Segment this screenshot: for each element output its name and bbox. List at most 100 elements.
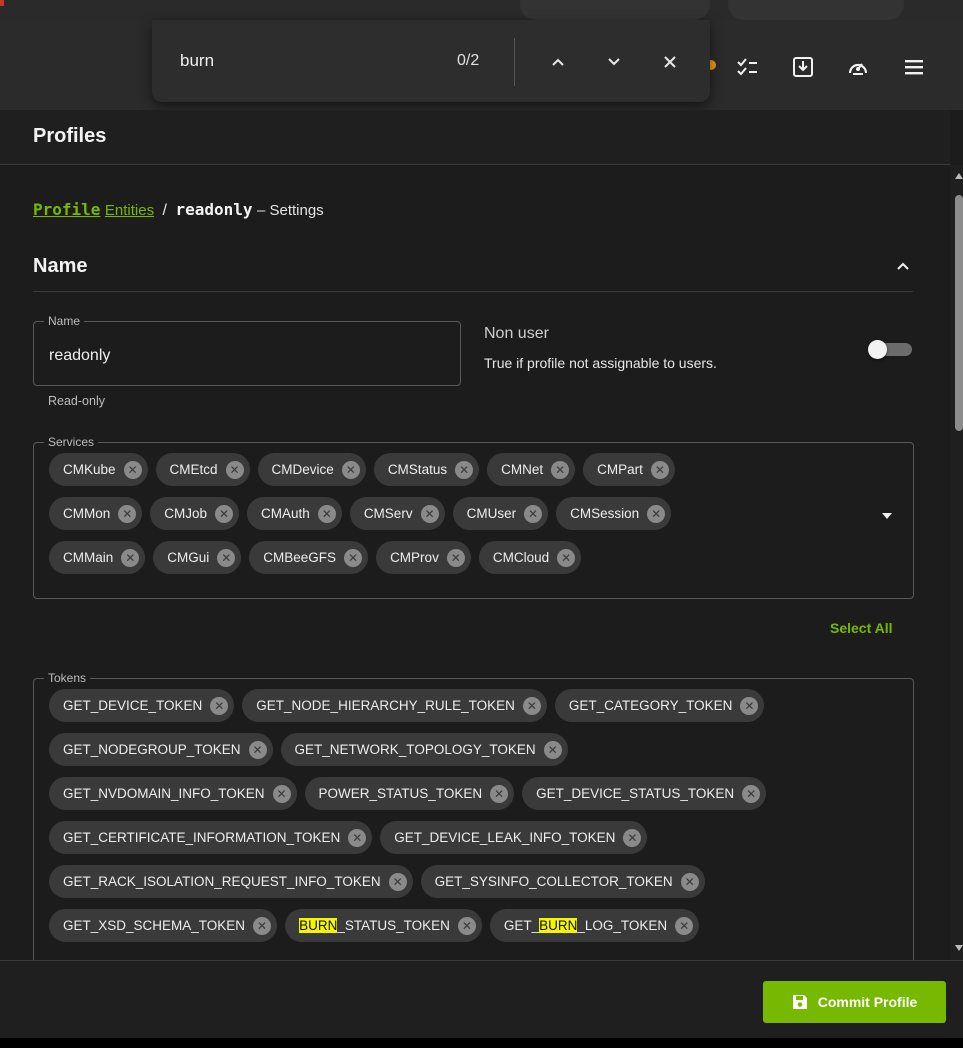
token-chip[interactable]: GET_NODE_HIERARCHY_RULE_TOKEN ✕ xyxy=(242,689,547,722)
remove-chip-icon[interactable]: ✕ xyxy=(543,740,562,759)
remove-chip-icon[interactable]: ✕ xyxy=(348,828,367,847)
remove-chip-icon[interactable]: ✕ xyxy=(344,548,363,567)
service-chip[interactable]: CMPart ✕ xyxy=(583,453,675,486)
remove-chip-icon[interactable]: ✕ xyxy=(121,548,140,567)
services-select[interactable]: Services CMKube ✕ CMEtcd ✕ CMDevice ✕ CMStatus… xyxy=(33,435,914,599)
remove-chip-icon[interactable]: ✕ xyxy=(341,460,360,479)
remove-chip-icon[interactable]: ✕ xyxy=(446,548,465,567)
token-chip[interactable]: GET_NVDOMAIN_INFO_TOKEN ✕ xyxy=(49,777,297,810)
service-chip[interactable]: CMJob ✕ xyxy=(150,497,240,530)
token-chip[interactable]: GET_NETWORK_TOPOLOGY_TOKEN ✕ xyxy=(280,733,568,766)
service-chip[interactable]: CMMon ✕ xyxy=(49,497,143,530)
token-chip[interactable]: GET_DEVICE_LEAK_INFO_TOKEN ✕ xyxy=(380,821,648,854)
page-header: Profiles xyxy=(0,110,950,165)
remove-chip-icon[interactable]: ✕ xyxy=(317,504,336,523)
token-chip[interactable]: GET_CATEGORY_TOKEN ✕ xyxy=(554,689,765,722)
remove-chip-icon[interactable]: ✕ xyxy=(490,784,509,803)
remove-chip-icon[interactable]: ✕ xyxy=(123,460,142,479)
service-chip[interactable]: CMNet ✕ xyxy=(487,453,576,486)
find-close-button[interactable] xyxy=(656,48,684,76)
scrollbar-thumb[interactable] xyxy=(955,195,963,431)
token-chip[interactable]: GET_DEVICE_STATUS_TOKEN ✕ xyxy=(522,777,767,810)
hamburger-menu-icon[interactable] xyxy=(901,54,927,80)
token-chip[interactable]: BURN_STATUS_TOKEN ✕ xyxy=(285,909,482,942)
token-chip-label: GET_NODE_HIERARCHY_RULE_TOKEN xyxy=(256,698,515,713)
service-chip[interactable]: CMGui ✕ xyxy=(153,541,242,574)
find-next-button[interactable] xyxy=(600,48,628,76)
remove-chip-icon[interactable]: ✕ xyxy=(524,504,543,523)
scroll-up-arrow-icon[interactable] xyxy=(955,173,963,179)
token-chip-label: BURN_STATUS_TOKEN xyxy=(299,918,450,933)
scroll-down-arrow-icon[interactable] xyxy=(955,945,963,951)
remove-chip-icon[interactable]: ✕ xyxy=(215,504,234,523)
breadcrumb-entities-link[interactable]: Entities xyxy=(105,202,154,219)
tokens-select[interactable]: Tokens GET_DEVICE_TOKEN ✕ GET_NODE_HIERARC… xyxy=(33,671,914,960)
find-in-page-bar: 0/2 xyxy=(152,20,710,102)
breadcrumb-profile-link[interactable]: Profile xyxy=(33,200,100,219)
content-scrollbar[interactable] xyxy=(950,165,963,960)
non-user-toggle[interactable] xyxy=(868,340,912,359)
remove-chip-icon[interactable]: ✕ xyxy=(623,828,642,847)
service-chip[interactable]: CMUser ✕ xyxy=(452,497,549,530)
dashboard-gauge-icon[interactable] xyxy=(845,54,871,80)
close-icon xyxy=(664,56,676,68)
service-chip[interactable]: CMServ ✕ xyxy=(349,497,445,530)
find-previous-button[interactable] xyxy=(544,48,572,76)
token-chip-label: GET_DEVICE_LEAK_INFO_TOKEN xyxy=(394,830,616,845)
name-field[interactable]: Name readonly xyxy=(33,314,461,386)
token-chip[interactable]: GET_CERTIFICATE_INFORMATION_TOKEN ✕ xyxy=(49,821,373,854)
service-chip-label: CMAuth xyxy=(261,506,310,521)
remove-chip-icon[interactable]: ✕ xyxy=(210,696,229,715)
remove-chip-icon[interactable]: ✕ xyxy=(740,696,759,715)
remove-chip-icon[interactable]: ✕ xyxy=(557,548,576,567)
service-chip[interactable]: CMStatus ✕ xyxy=(373,453,480,486)
token-chip[interactable]: GET_SYSINFO_COLLECTOR_TOKEN ✕ xyxy=(420,865,705,898)
service-chip[interactable]: CMDevice ✕ xyxy=(257,453,366,486)
remove-chip-icon[interactable]: ✕ xyxy=(217,548,236,567)
service-chip[interactable]: CMSession ✕ xyxy=(556,497,672,530)
remove-chip-icon[interactable]: ✕ xyxy=(680,872,699,891)
remove-chip-icon[interactable]: ✕ xyxy=(742,784,761,803)
checklist-icon[interactable] xyxy=(734,54,760,80)
collapse-section-button[interactable] xyxy=(893,257,913,277)
service-chip-label: CMProv xyxy=(390,550,439,565)
find-input[interactable] xyxy=(178,50,422,72)
remove-chip-icon[interactable]: ✕ xyxy=(248,740,267,759)
token-chip[interactable]: GET_RACK_ISOLATION_REQUEST_INFO_TOKEN ✕ xyxy=(49,865,413,898)
remove-chip-icon[interactable]: ✕ xyxy=(253,916,272,935)
token-chip[interactable]: GET_BURN_LOG_TOKEN ✕ xyxy=(489,909,700,942)
remove-chip-icon[interactable]: ✕ xyxy=(551,460,570,479)
service-chip[interactable]: CMMain ✕ xyxy=(49,541,146,574)
select-all-button[interactable]: Select All xyxy=(830,620,893,636)
remove-chip-icon[interactable]: ✕ xyxy=(522,696,541,715)
remove-chip-icon[interactable]: ✕ xyxy=(420,504,439,523)
dropdown-arrow-icon[interactable] xyxy=(882,513,892,519)
remove-chip-icon[interactable]: ✕ xyxy=(455,460,474,479)
service-chip[interactable]: CMAuth ✕ xyxy=(247,497,342,530)
service-chip[interactable]: CMEtcd ✕ xyxy=(155,453,250,486)
remove-chip-icon[interactable]: ✕ xyxy=(272,784,291,803)
chip-row: GET_NVDOMAIN_INFO_TOKEN ✕ POWER_STATUS_TOK… xyxy=(49,777,899,810)
remove-chip-icon[interactable]: ✕ xyxy=(647,504,666,523)
remove-chip-icon[interactable]: ✕ xyxy=(675,916,694,935)
browser-tab[interactable] xyxy=(520,0,710,20)
commit-profile-button[interactable]: Commit Profile xyxy=(763,981,946,1023)
token-chip[interactable]: GET_DEVICE_TOKEN ✕ xyxy=(49,689,235,722)
remove-chip-icon[interactable]: ✕ xyxy=(457,916,476,935)
download-icon[interactable] xyxy=(790,54,816,80)
service-chip[interactable]: CMBeeGFS ✕ xyxy=(249,541,369,574)
remove-chip-icon[interactable]: ✕ xyxy=(225,460,244,479)
service-chip[interactable]: CMProv ✕ xyxy=(376,541,471,574)
remove-chip-icon[interactable]: ✕ xyxy=(388,872,407,891)
service-chip-label: CMDevice xyxy=(271,462,334,477)
name-field-helper: Read-only xyxy=(48,394,105,408)
token-chip[interactable]: GET_XSD_SCHEMA_TOKEN ✕ xyxy=(49,909,278,942)
service-chip[interactable]: CMKube ✕ xyxy=(49,453,148,486)
remove-chip-icon[interactable]: ✕ xyxy=(118,504,137,523)
browser-tab[interactable] xyxy=(728,0,904,20)
service-chip[interactable]: CMCloud ✕ xyxy=(478,541,582,574)
token-chip[interactable]: GET_NODEGROUP_TOKEN ✕ xyxy=(49,733,273,766)
token-chip-label: GET_DEVICE_STATUS_TOKEN xyxy=(536,786,735,801)
remove-chip-icon[interactable]: ✕ xyxy=(650,460,669,479)
token-chip[interactable]: POWER_STATUS_TOKEN ✕ xyxy=(304,777,515,810)
